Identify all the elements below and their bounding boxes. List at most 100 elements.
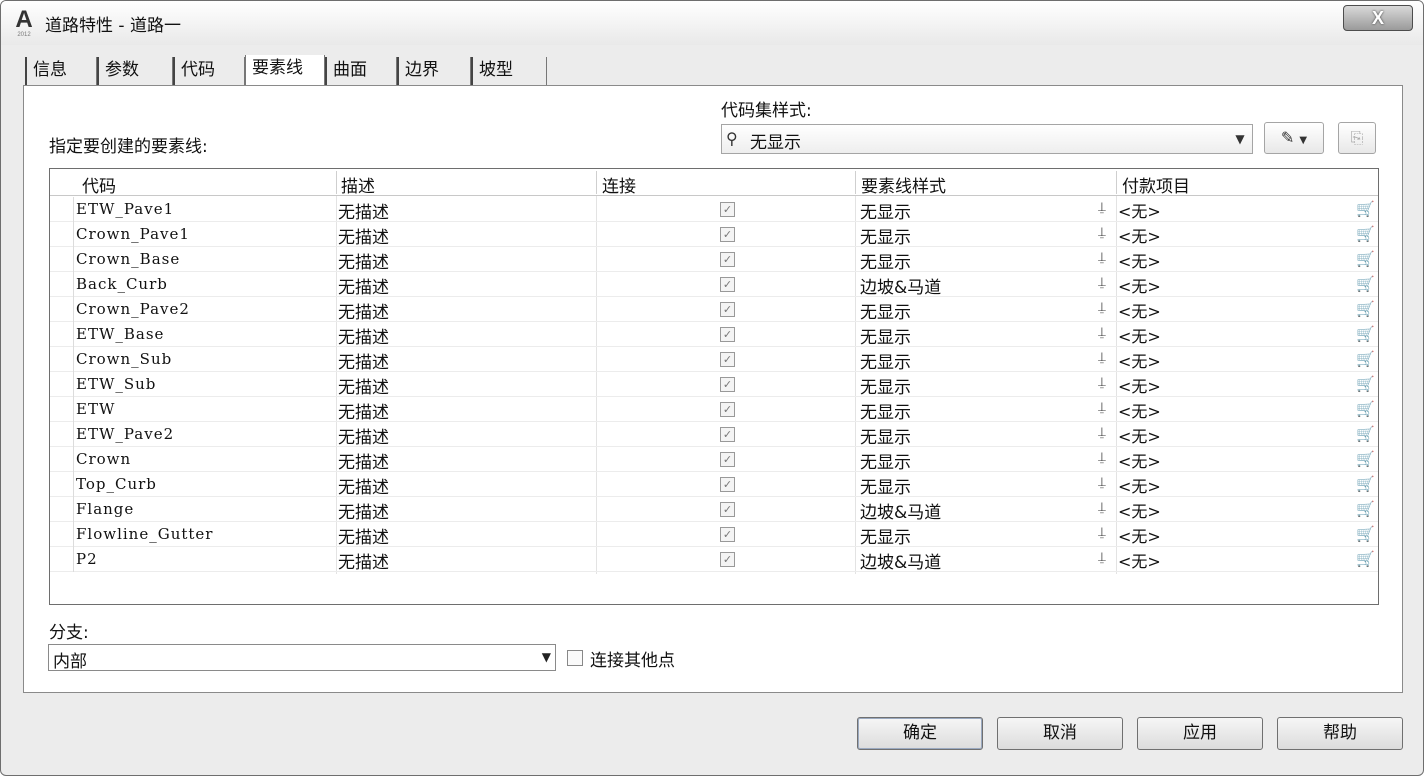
connect-checkbox[interactable]: ✓: [720, 552, 735, 567]
feature-line-style-cell[interactable]: 边坡&马道: [860, 498, 941, 523]
table-row[interactable]: Crown_Base 无描述 ✓ 无显示 ⍊ <无> 🛒: [50, 247, 1378, 273]
row-selector[interactable]: [50, 422, 74, 447]
connect-checkbox[interactable]: ✓: [720, 452, 735, 467]
preview-button[interactable]: ⎘: [1338, 122, 1376, 154]
column-divider[interactable]: [596, 171, 597, 194]
description-cell[interactable]: 无描述: [338, 248, 389, 273]
pay-item-cell[interactable]: <无>: [1118, 298, 1161, 322]
row-selector[interactable]: [50, 372, 74, 397]
connect-checkbox[interactable]: ✓: [720, 477, 735, 492]
column-header-code[interactable]: 代码: [82, 172, 116, 197]
pay-item-cell[interactable]: <无>: [1118, 398, 1161, 422]
connect-checkbox[interactable]: ✓: [720, 227, 735, 242]
pay-item-cell[interactable]: <无>: [1118, 548, 1161, 572]
table-row[interactable]: ETW_Pave1 无描述 ✓ 无显示 ⍊ <无> 🛒: [50, 197, 1378, 223]
column-header-feature-line-style[interactable]: 要素线样式: [861, 172, 946, 197]
feature-line-style-cell[interactable]: 边坡&马道: [860, 273, 941, 298]
feature-line-style-cell[interactable]: 无显示: [860, 523, 911, 548]
tab-surfaces[interactable]: 曲面: [325, 57, 397, 87]
pay-item-cell[interactable]: <无>: [1118, 323, 1161, 347]
description-cell[interactable]: 无描述: [338, 423, 389, 448]
table-row[interactable]: Crown 无描述 ✓ 无显示 ⍊ <无> 🛒: [50, 447, 1378, 473]
table-row[interactable]: ETW_Pave2 无描述 ✓ 无显示 ⍊ <无> 🛒: [50, 422, 1378, 448]
pay-item-cell[interactable]: <无>: [1118, 273, 1161, 297]
tab-feature-lines[interactable]: 要素线: [245, 55, 325, 88]
row-selector[interactable]: [50, 272, 74, 297]
cart-icon[interactable]: 🛒: [1356, 525, 1375, 543]
table-row[interactable]: Crown_Pave1 无描述 ✓ 无显示 ⍊ <无> 🛒: [50, 222, 1378, 248]
row-selector[interactable]: [50, 347, 74, 372]
description-cell[interactable]: 无描述: [338, 498, 389, 523]
description-cell[interactable]: 无描述: [338, 298, 389, 323]
cart-icon[interactable]: 🛒: [1356, 375, 1375, 393]
column-header-description[interactable]: 描述: [341, 172, 375, 197]
connect-other-points-label[interactable]: 连接其他点: [590, 646, 675, 671]
connect-checkbox[interactable]: ✓: [720, 252, 735, 267]
branch-dropdown[interactable]: 内部 ▼: [48, 644, 556, 672]
pay-item-cell[interactable]: <无>: [1118, 523, 1161, 547]
row-selector[interactable]: [50, 197, 74, 222]
row-selector[interactable]: [50, 322, 74, 347]
close-button[interactable]: X: [1343, 5, 1413, 31]
connect-checkbox[interactable]: ✓: [720, 502, 735, 517]
row-selector[interactable]: [50, 472, 74, 497]
cart-icon[interactable]: 🛒: [1356, 500, 1375, 518]
feature-line-style-cell[interactable]: 无显示: [860, 198, 911, 223]
apply-button[interactable]: 应用: [1137, 717, 1263, 750]
description-cell[interactable]: 无描述: [338, 198, 389, 223]
description-cell[interactable]: 无描述: [338, 473, 389, 498]
description-cell[interactable]: 无描述: [338, 373, 389, 398]
tab-parameters[interactable]: 参数: [97, 57, 173, 87]
pay-item-cell[interactable]: <无>: [1118, 473, 1161, 497]
edit-style-button[interactable]: ✎ ▼: [1264, 122, 1324, 154]
row-selector[interactable]: [50, 247, 74, 272]
cancel-button[interactable]: 取消: [997, 717, 1123, 750]
help-button[interactable]: 帮助: [1277, 717, 1403, 750]
table-row[interactable]: P2 无描述 ✓ 边坡&马道 ⍊ <无> 🛒: [50, 547, 1378, 573]
tab-slope-patterns[interactable]: 坡型: [471, 57, 547, 87]
row-selector[interactable]: [50, 397, 74, 422]
table-row[interactable]: Crown_Sub 无描述 ✓ 无显示 ⍊ <无> 🛒: [50, 347, 1378, 373]
description-cell[interactable]: 无描述: [338, 348, 389, 373]
table-row[interactable]: ETW_Base 无描述 ✓ 无显示 ⍊ <无> 🛒: [50, 322, 1378, 348]
row-selector[interactable]: [50, 522, 74, 547]
tab-info[interactable]: 信息: [25, 57, 97, 87]
cart-icon[interactable]: 🛒: [1356, 250, 1375, 268]
pay-item-cell[interactable]: <无>: [1118, 223, 1161, 247]
pay-item-cell[interactable]: <无>: [1118, 348, 1161, 372]
feature-line-style-cell[interactable]: 无显示: [860, 373, 911, 398]
feature-line-style-cell[interactable]: 无显示: [860, 223, 911, 248]
connect-checkbox[interactable]: ✓: [720, 377, 735, 392]
cart-icon[interactable]: 🛒: [1356, 350, 1375, 368]
tab-boundaries[interactable]: 边界: [397, 57, 471, 87]
connect-checkbox[interactable]: ✓: [720, 202, 735, 217]
cart-icon[interactable]: 🛒: [1356, 275, 1375, 293]
table-row[interactable]: ETW 无描述 ✓ 无显示 ⍊ <无> 🛒: [50, 397, 1378, 423]
pay-item-cell[interactable]: <无>: [1118, 373, 1161, 397]
feature-line-style-cell[interactable]: 无显示: [860, 473, 911, 498]
table-row[interactable]: Top_Curb 无描述 ✓ 无显示 ⍊ <无> 🛒: [50, 472, 1378, 498]
row-selector[interactable]: [50, 547, 74, 572]
connect-checkbox[interactable]: ✓: [720, 352, 735, 367]
cart-icon[interactable]: 🛒: [1356, 300, 1375, 318]
description-cell[interactable]: 无描述: [338, 273, 389, 298]
column-header-pay-item[interactable]: 付款项目: [1122, 172, 1190, 197]
cart-icon[interactable]: 🛒: [1356, 400, 1375, 418]
description-cell[interactable]: 无描述: [338, 323, 389, 348]
pay-item-cell[interactable]: <无>: [1118, 423, 1161, 447]
table-row[interactable]: Flowline_Gutter 无描述 ✓ 无显示 ⍊ <无> 🛒: [50, 522, 1378, 548]
feature-line-style-cell[interactable]: 边坡&马道: [860, 548, 941, 573]
row-selector[interactable]: [50, 447, 74, 472]
connect-other-points-checkbox[interactable]: [567, 650, 583, 666]
description-cell[interactable]: 无描述: [338, 398, 389, 423]
feature-line-style-cell[interactable]: 无显示: [860, 348, 911, 373]
cart-icon[interactable]: 🛒: [1356, 475, 1375, 493]
connect-checkbox[interactable]: ✓: [720, 427, 735, 442]
feature-line-style-cell[interactable]: 无显示: [860, 298, 911, 323]
description-cell[interactable]: 无描述: [338, 223, 389, 248]
column-divider[interactable]: [336, 171, 337, 194]
feature-line-style-cell[interactable]: 无显示: [860, 423, 911, 448]
pay-item-cell[interactable]: <无>: [1118, 248, 1161, 272]
cart-icon[interactable]: 🛒: [1356, 200, 1375, 218]
connect-checkbox[interactable]: ✓: [720, 302, 735, 317]
